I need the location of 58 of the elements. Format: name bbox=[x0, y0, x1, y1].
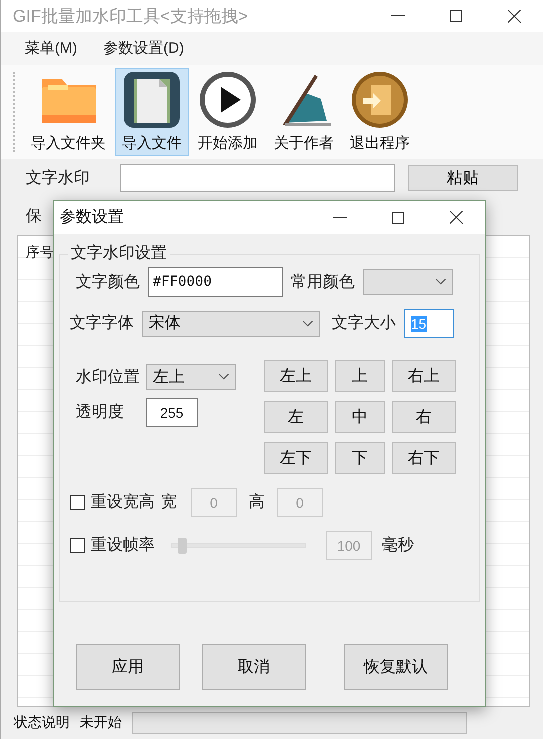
exit-icon bbox=[351, 71, 409, 129]
color-dropdown[interactable] bbox=[363, 269, 453, 295]
paste-button[interactable]: 粘贴 bbox=[408, 165, 518, 191]
field-label: 文字大小 bbox=[332, 314, 396, 334]
field-label: 高 bbox=[249, 492, 265, 513]
close-icon[interactable] bbox=[450, 211, 462, 224]
close-icon[interactable] bbox=[508, 10, 520, 22]
position-button[interactable]: 下 bbox=[335, 442, 385, 474]
slider-thumb[interactable] bbox=[178, 538, 187, 554]
chevron-down-icon bbox=[436, 279, 446, 285]
position-dropdown[interactable]: 左上 bbox=[146, 364, 236, 390]
position-button[interactable]: 左 bbox=[264, 401, 328, 433]
field-label: 文字水印 bbox=[26, 168, 90, 188]
field-label: 保 bbox=[26, 206, 42, 226]
chevron-down-icon bbox=[303, 320, 313, 326]
field-label: 宽 bbox=[161, 492, 177, 513]
position-button[interactable]: 左下 bbox=[264, 442, 328, 474]
position-button[interactable]: 右 bbox=[392, 401, 456, 433]
checkbox-label[interactable]: 重设宽高 bbox=[91, 492, 155, 513]
toolbar-button[interactable]: 导入文件 bbox=[115, 68, 189, 156]
dialog-button[interactable]: 恢复默认 bbox=[344, 644, 448, 690]
toolbar-button[interactable]: 开始添加 bbox=[191, 68, 265, 156]
play-icon bbox=[199, 71, 257, 129]
field-label: 文字颜色 bbox=[76, 272, 140, 292]
checkbox[interactable] bbox=[70, 538, 85, 553]
chevron-down-icon bbox=[219, 374, 229, 380]
position-button[interactable]: 右下 bbox=[392, 442, 456, 474]
color-field[interactable]: #FF0000 bbox=[148, 267, 283, 297]
checkbox-label[interactable]: 重设帧率 bbox=[91, 535, 155, 556]
watermark-text-field[interactable] bbox=[120, 164, 395, 192]
field-label: 常用颜色 bbox=[291, 272, 355, 292]
minimize-icon[interactable] bbox=[391, 15, 405, 17]
menu-item[interactable]: 菜单(M) bbox=[25, 39, 78, 58]
toolbar-button[interactable]: 退出程序 bbox=[343, 68, 417, 156]
maximize-icon[interactable] bbox=[450, 10, 462, 22]
toolbar-button[interactable]: 导入文件夹 bbox=[24, 68, 113, 156]
checkbox[interactable] bbox=[70, 495, 85, 510]
font-dropdown[interactable]: 宋体 bbox=[142, 310, 320, 336]
window-title: GIF批量加水印工具<支持拖拽> bbox=[13, 6, 250, 28]
position-button[interactable]: 左上 bbox=[264, 360, 328, 392]
maximize-icon[interactable] bbox=[392, 212, 404, 224]
position-button[interactable]: 上 bbox=[335, 360, 385, 392]
menu-item[interactable]: 参数设置(D) bbox=[104, 39, 184, 58]
toolbar-button[interactable]: 关于作者 bbox=[267, 68, 341, 156]
field-label: 水印位置 bbox=[76, 368, 140, 388]
position-button[interactable]: 中 bbox=[335, 401, 385, 433]
dialog-title: 参数设置 bbox=[60, 208, 125, 228]
position-button[interactable]: 右上 bbox=[392, 360, 456, 392]
dialog-button[interactable]: 应用 bbox=[76, 644, 180, 690]
opacity-field[interactable]: 255 bbox=[146, 398, 198, 427]
dialog-button[interactable]: 取消 bbox=[202, 644, 306, 690]
minimize-icon[interactable] bbox=[333, 216, 347, 218]
field-label: 文字字体 bbox=[70, 314, 134, 334]
status-text: 未开始 bbox=[80, 714, 122, 732]
status-label: 状态说明 bbox=[14, 714, 70, 732]
field-label: 透明度 bbox=[76, 402, 124, 423]
document-icon bbox=[123, 71, 181, 129]
unit-label: 毫秒 bbox=[382, 536, 414, 556]
